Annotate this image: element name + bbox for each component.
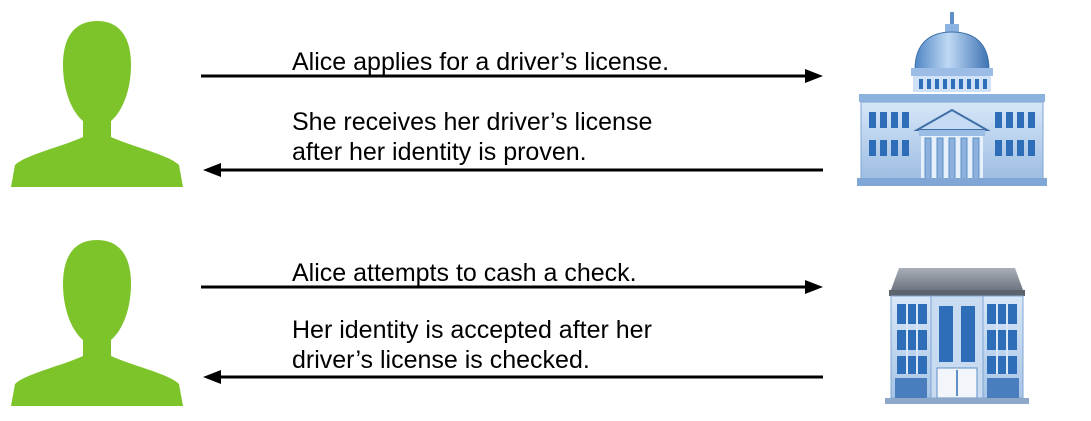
request-message-2: Alice attempts to cash a check. [292,258,637,288]
response-message-2: Her identity is accepted after her drive… [292,315,652,375]
response-line-1b: after her identity is proven. [292,138,587,166]
request-text-2: Alice attempts to cash a check. [292,259,637,287]
request-message-1: Alice applies for a driver’s license. [292,47,669,77]
person-icon [11,240,183,406]
response-line-2a: Her identity is accepted after her [292,316,652,344]
bank-building-icon [885,268,1029,404]
government-building-icon [857,12,1047,186]
response-message-1: She receives her driver’s license after … [292,107,652,167]
request-text-1: Alice applies for a driver’s license. [292,48,670,76]
response-line-2b: driver’s license is checked. [292,346,590,374]
person-silhouette [11,240,183,406]
response-line-1a: She receives her driver’s license [292,108,653,136]
